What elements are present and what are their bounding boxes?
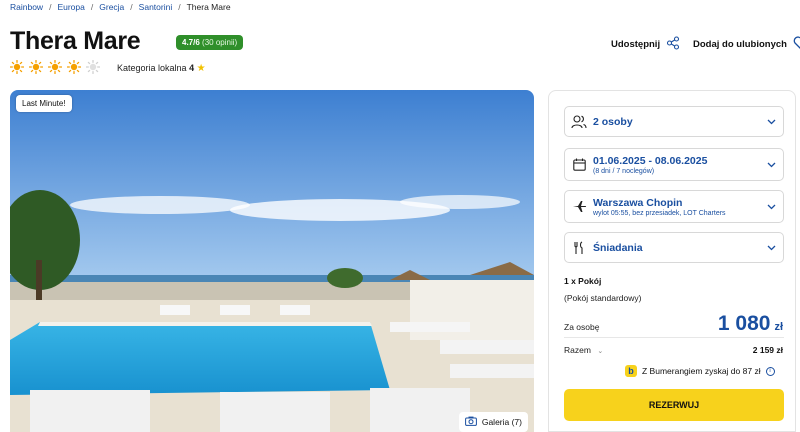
people-icon [565, 114, 593, 129]
total-label: Razem [564, 345, 591, 355]
boomerang-text: Z Bumerangiem zyskaj do 87 zł [642, 366, 761, 376]
camera-icon [464, 416, 477, 428]
add-to-favorites-button[interactable]: Dodaj do ulubionych [693, 36, 800, 53]
breadcrumb: Rainbow / Europa / Grecja / Santorini / … [10, 2, 231, 12]
breadcrumb-item-grecja[interactable]: Grecja [99, 2, 124, 12]
breadcrumb-item-europa[interactable]: Europa [57, 2, 84, 12]
price-currency: zł [774, 321, 783, 333]
share-label: Udostępnij [611, 39, 661, 50]
share-button[interactable]: Udostępnij [611, 36, 680, 53]
last-minute-badge: Last Minute! [16, 95, 72, 112]
rating-badge[interactable]: 4.7/6 (30 opinii) [176, 35, 244, 50]
category-label: Kategoria lokalna [117, 63, 187, 73]
sun-rating [10, 60, 100, 74]
local-category: Kategoria lokalna 4 ★ [117, 63, 206, 74]
total-value: 2 159 zł [752, 345, 783, 355]
departure-details: wylot 05:55, bez przesiadek, LOT Charter… [593, 209, 726, 217]
star-icon: ★ [196, 63, 206, 74]
sun-icon-empty [86, 60, 100, 74]
category-value: 4 [189, 63, 195, 73]
chevron-down-icon [759, 245, 783, 251]
departure-select[interactable]: Warszawa Chopin wylot 05:55, bez przesia… [564, 190, 784, 223]
breadcrumb-item-rainbow[interactable]: Rainbow [10, 2, 43, 12]
breadcrumb-separator: / [49, 2, 52, 12]
chevron-down-icon [759, 204, 783, 210]
gallery-label: Galeria (7) [481, 417, 522, 427]
persons-value: 2 osoby [593, 115, 633, 128]
room-type: (Pokój standardowy) [564, 293, 642, 303]
per-person-price: 1 080 zł [718, 312, 783, 336]
sun-icon-filled [67, 60, 81, 74]
chevron-down-icon: ⌄ [597, 348, 604, 355]
price-value: 1 080 [717, 312, 771, 335]
hotel-title: Thera Mare [10, 27, 141, 55]
rating-score: 4.7/6 [182, 38, 200, 47]
calendar-icon [565, 158, 593, 171]
favorites-label: Dodaj do ulubionych [693, 39, 787, 50]
reserve-button[interactable]: REZERWUJ [564, 389, 784, 421]
booking-panel: 2 osoby 01.06.2025 - 08.06.2025 (8 dni /… [548, 90, 796, 432]
sun-icon-filled [10, 60, 24, 74]
dates-duration: (8 dni / 7 noclegów) [593, 167, 655, 175]
heart-icon [793, 36, 800, 53]
breadcrumb-separator: / [178, 2, 181, 12]
gallery-button[interactable]: Galeria (7) [458, 412, 528, 432]
breadcrumb-separator: / [90, 2, 94, 12]
breadcrumb-item-santorini[interactable]: Santorini [139, 2, 173, 12]
sun-icon-filled [48, 60, 62, 74]
room-count: 1 x Pokój [564, 276, 602, 286]
dates-value: 01.06.2025 - 08.06.2025 [593, 154, 708, 167]
departure-value: Warszawa Chopin [593, 196, 683, 209]
chevron-down-icon [759, 119, 783, 125]
total-toggle[interactable]: Razem ⌄ [564, 345, 784, 355]
airplane-icon [565, 200, 593, 213]
info-icon[interactable]: i [765, 366, 775, 376]
share-icon [666, 36, 680, 53]
pool-photo-illustration [10, 90, 534, 432]
breadcrumb-separator: / [130, 2, 133, 12]
chevron-down-icon [759, 162, 783, 168]
board-select[interactable]: Śniadania [564, 232, 784, 263]
breadcrumb-item-current: Thera Mare [186, 2, 231, 12]
divider [564, 337, 784, 338]
rating-reviews: (30 opinii) [202, 38, 238, 47]
dates-select[interactable]: 01.06.2025 - 08.06.2025 (8 dni / 7 nocle… [564, 148, 784, 181]
persons-select[interactable]: 2 osoby [564, 106, 784, 137]
sun-icon-filled [29, 60, 43, 74]
cutlery-icon [565, 241, 593, 255]
boomerang-info: b Z Bumerangiem zyskaj do 87 zł i [625, 365, 775, 377]
hotel-photo[interactable]: Last Minute! Galeria (7) [10, 90, 534, 432]
board-value: Śniadania [593, 241, 643, 254]
boomerang-icon: b [625, 365, 637, 377]
